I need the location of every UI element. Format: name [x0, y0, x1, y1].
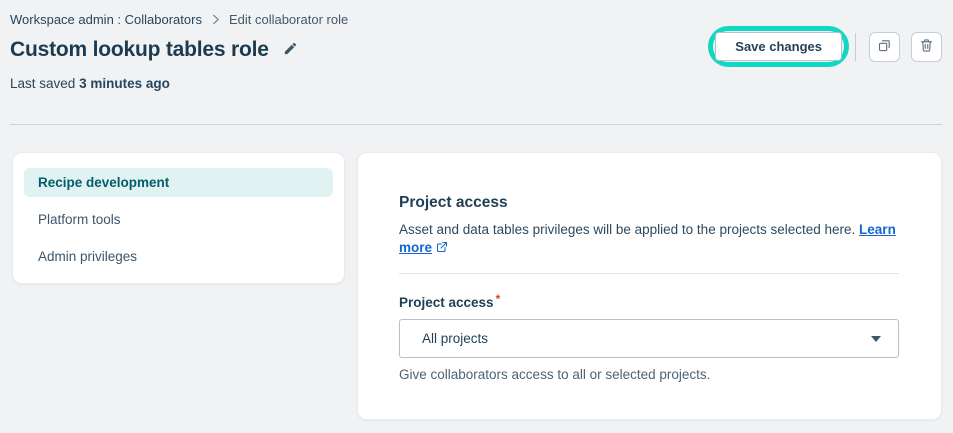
- external-link-icon: [436, 240, 448, 258]
- last-saved-prefix: Last saved: [10, 76, 75, 91]
- pencil-icon: [283, 41, 298, 59]
- page-header: Workspace admin : Collaborators Edit col…: [10, 12, 942, 91]
- project-access-panel: Project access Asset and data tables pri…: [357, 152, 942, 420]
- sidebar-item-platform-tools[interactable]: Platform tools: [24, 205, 333, 234]
- section-divider: [399, 273, 899, 274]
- section-title: Project access: [399, 194, 898, 212]
- duplicate-role-button[interactable]: [869, 32, 900, 62]
- last-saved-value: 3 minutes ago: [79, 76, 170, 91]
- save-changes-button[interactable]: Save changes: [715, 32, 842, 61]
- header-divider: [10, 124, 942, 125]
- section-description: Asset and data tables privileges will be…: [399, 221, 898, 258]
- sidebar-item-label: Platform tools: [38, 212, 121, 227]
- breadcrumb-root[interactable]: Workspace admin : Collaborators: [10, 12, 202, 27]
- edit-title-button[interactable]: [281, 39, 300, 61]
- role-sections-sidebar: Recipe development Platform tools Admin …: [12, 152, 345, 284]
- sidebar-item-label: Admin privileges: [38, 249, 137, 264]
- sidebar-item-admin-privileges[interactable]: Admin privileges: [24, 242, 333, 271]
- save-button-highlight-ring: Save changes: [708, 26, 849, 67]
- field-label-text: Project access: [399, 295, 494, 310]
- delete-role-button[interactable]: [911, 32, 942, 62]
- breadcrumb-current: Edit collaborator role: [229, 12, 348, 27]
- sidebar-item-label: Recipe development: [38, 175, 169, 190]
- copy-icon: [877, 38, 892, 56]
- caret-down-icon: [871, 336, 881, 342]
- project-access-select[interactable]: All projects: [399, 319, 899, 358]
- project-access-field-label: Project access*: [399, 295, 898, 310]
- header-actions: Save changes: [708, 26, 942, 67]
- field-helper-text: Give collaborators access to all or sele…: [399, 367, 898, 382]
- trash-icon: [919, 38, 934, 56]
- actions-divider: [855, 33, 856, 61]
- sidebar-item-recipe-development[interactable]: Recipe development: [24, 168, 333, 197]
- chevron-right-icon: [210, 14, 221, 25]
- page-title: Custom lookup tables role: [10, 38, 269, 62]
- last-saved-status: Last saved 3 minutes ago: [10, 76, 942, 91]
- breadcrumb: Workspace admin : Collaborators Edit col…: [10, 12, 942, 27]
- required-marker: *: [496, 292, 501, 306]
- select-value: All projects: [422, 331, 488, 346]
- section-description-text: Asset and data tables privileges will be…: [399, 222, 855, 237]
